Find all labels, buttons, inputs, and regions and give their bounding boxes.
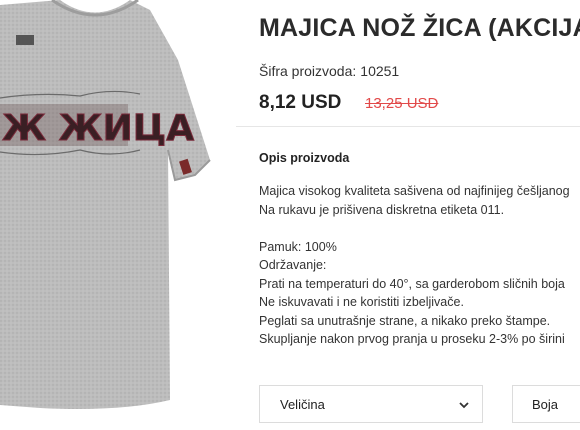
size-select[interactable]: Veličina xyxy=(259,385,483,423)
description-heading: Opis proizvoda xyxy=(259,151,350,165)
price-old: 13,25 USD xyxy=(365,95,439,112)
neck-label xyxy=(16,35,34,45)
sku-label: Šifra proizvoda: xyxy=(259,63,357,79)
description-text: Majica visokog kvaliteta sašivena od naj… xyxy=(259,182,570,349)
shirt-print-text: Ж ЖИЦА xyxy=(2,108,194,149)
tshirt-illustration: Ж ЖИЦА xyxy=(0,0,211,409)
description-line: Na rukavu je prišivena diskretna etiketa… xyxy=(259,202,505,217)
description-line: Prati na temperaturi do 40°, sa garderob… xyxy=(259,276,565,291)
product-title: MAJICA NOŽ ŽICA (AKCIJA!) xyxy=(259,14,580,42)
product-image[interactable]: Ж ЖИЦА xyxy=(0,0,235,430)
color-select[interactable]: Boja xyxy=(512,385,580,423)
description-line: Skupljanje nakon prvog pranja u proseku … xyxy=(259,332,565,346)
color-select-label: Boja xyxy=(532,397,559,412)
description-line: Ne iskuvavati i ne koristiti izbeljivače… xyxy=(259,295,464,309)
divider xyxy=(236,126,580,127)
product-sku: Šifra proizvoda: 10251 xyxy=(259,63,399,79)
price-current: 8,12 USD xyxy=(259,92,342,113)
description-line: Pamuk: 100% xyxy=(259,239,337,254)
description-line: Održavanje: xyxy=(259,258,327,272)
chevron-down-icon xyxy=(458,398,470,416)
description-line: Majica visokog kvaliteta sašivena od naj… xyxy=(259,184,570,198)
size-select-label: Veličina xyxy=(280,397,325,412)
shirt-body xyxy=(0,0,210,409)
description-spacer xyxy=(259,219,570,238)
sku-value: 10251 xyxy=(360,63,400,79)
description-line: Peglati sa unutrašnje strane, a nikako p… xyxy=(259,313,551,328)
